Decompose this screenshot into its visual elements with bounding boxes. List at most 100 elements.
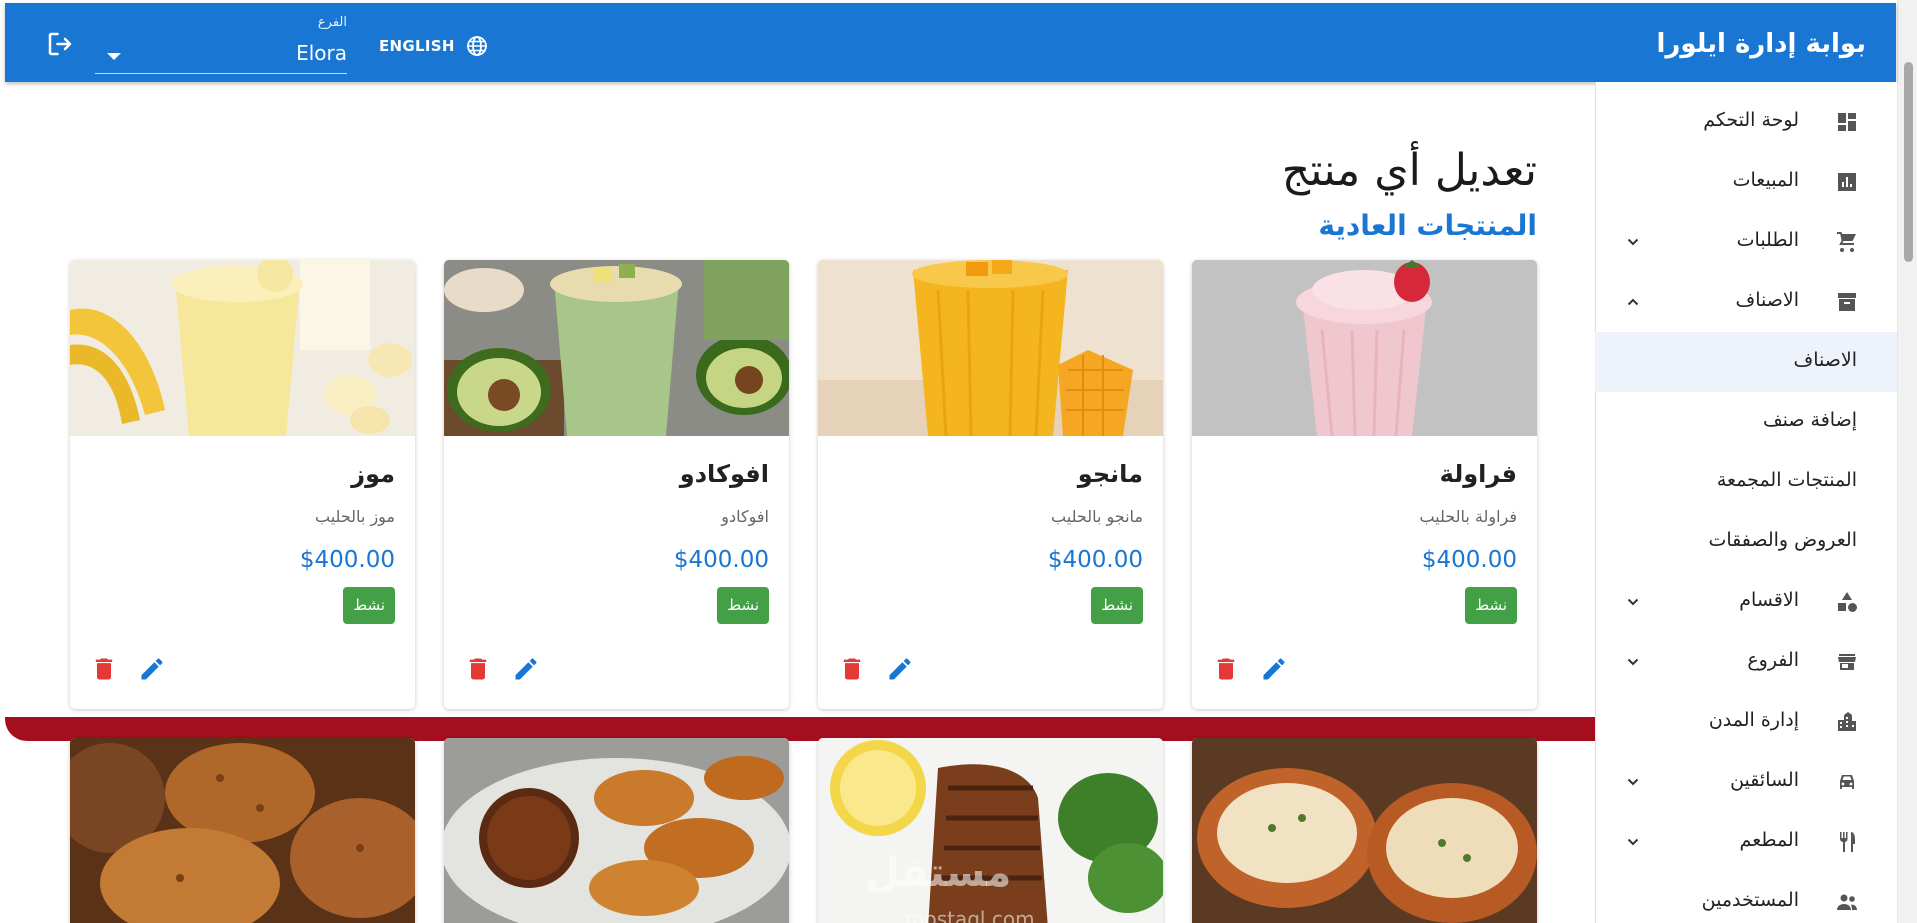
bar-chart-icon <box>1838 173 1856 191</box>
page-title: تعديل أي منتج <box>1281 145 1537 196</box>
branch-label: الفرع <box>317 15 347 30</box>
sidebar-item-sales[interactable]: المبيعات <box>1595 152 1897 212</box>
product-price: $400.00 <box>1421 547 1517 573</box>
sidebar-subitem-offers[interactable]: العروض والصفقات <box>1595 512 1897 572</box>
app-title: بوابة إدارة ايلورا <box>1656 29 1866 59</box>
product-price: $400.00 <box>673 547 769 573</box>
product-image-mango <box>818 260 1163 436</box>
sidebar-item-label: المستخدمين <box>1701 889 1799 911</box>
people-icon <box>1837 894 1857 910</box>
restaurant-icon <box>1840 832 1855 852</box>
scrollbar-thumb[interactable] <box>1904 62 1913 262</box>
product-card <box>70 738 415 923</box>
sidebar-subitem-bundles[interactable]: المنتجات المجمعة <box>1595 452 1897 512</box>
sidebar-item-orders[interactable]: الطلبات <box>1595 212 1897 272</box>
product-name: افوكادو <box>679 460 769 488</box>
chevron-down-icon <box>1627 658 1639 666</box>
city-icon <box>1838 712 1856 731</box>
product-name: فراولة <box>1439 460 1517 488</box>
product-image-shrimp <box>444 738 789 923</box>
sidebar-item-restaurant[interactable]: المطعم <box>1595 812 1897 872</box>
branch-value: Elora <box>296 41 347 65</box>
sidebar-item-label: الاقسام <box>1739 589 1799 611</box>
globe-icon <box>466 36 487 56</box>
edit-icon[interactable] <box>886 655 914 683</box>
sidebar-item-label: المطعم <box>1739 829 1799 851</box>
chevron-down-icon <box>107 53 121 60</box>
chevron-down-icon <box>1627 598 1639 606</box>
sidebar-item-items[interactable]: الاصناف <box>1595 272 1897 332</box>
product-image-banana <box>70 260 415 436</box>
archive-icon <box>1838 293 1856 311</box>
main-content: تعديل أي منتج المنتجات العادية فراولة فر… <box>5 82 1595 923</box>
product-card: موز موز بالحليب $400.00 نشط <box>70 260 415 709</box>
sidebar-item-cities[interactable]: إدارة المدن <box>1595 692 1897 752</box>
sidebar-item-label: الطلبات <box>1736 229 1799 251</box>
delete-icon[interactable] <box>1212 655 1240 683</box>
product-image-strawberry <box>1192 260 1537 436</box>
chevron-up-icon <box>1627 298 1639 306</box>
category-shapes-icon <box>1838 592 1857 612</box>
language-label: ENGLISH <box>379 37 455 55</box>
sidebar-item-branches[interactable]: الفروع <box>1595 632 1897 692</box>
sidebar-subitem-label: المنتجات المجمعة <box>1716 469 1857 491</box>
status-badge: نشط <box>343 587 395 624</box>
sidebar-subitem-items[interactable]: الاصناف <box>1595 332 1897 392</box>
delete-icon[interactable] <box>90 655 118 683</box>
sidebar-subitem-add-item[interactable]: إضافة صنف <box>1595 392 1897 452</box>
product-description: مانجو بالحليب <box>1051 507 1143 526</box>
logout-icon[interactable] <box>45 29 75 59</box>
edit-icon[interactable] <box>512 655 540 683</box>
sidebar-item-label: لوحة التحكم <box>1703 109 1799 131</box>
status-badge: نشط <box>717 587 769 624</box>
car-icon <box>1840 775 1854 789</box>
sidebar-subitem-label: إضافة صنف <box>1762 409 1857 431</box>
product-card: افوكادو افوكادو $400.00 نشط <box>444 260 789 709</box>
product-card: مانجو مانجو بالحليب $400.00 نشط <box>818 260 1163 709</box>
sidebar-subitem-label: الاصناف <box>1793 349 1857 371</box>
product-description: موز بالحليب <box>314 507 395 526</box>
sidebar-item-label: المبيعات <box>1732 169 1799 191</box>
product-image-fried-chicken <box>70 738 415 923</box>
product-description: افوكادو <box>721 507 769 526</box>
product-name: موز <box>351 460 395 488</box>
branch-select[interactable]: الفرع Elora <box>95 11 347 74</box>
product-price: $400.00 <box>1047 547 1143 573</box>
product-price: $400.00 <box>299 547 395 573</box>
sidebar-item-label: الاصناف <box>1735 289 1799 311</box>
cart-icon <box>1837 232 1856 252</box>
product-image-avocado <box>444 260 789 436</box>
sidebar-item-label: السائقين <box>1730 769 1799 791</box>
sidebar-item-drivers[interactable]: السائقين <box>1595 752 1897 812</box>
chevron-down-icon <box>1627 238 1639 246</box>
section-title: المنتجات العادية <box>1318 209 1537 242</box>
edit-icon[interactable] <box>138 655 166 683</box>
sidebar-item-label: إدارة المدن <box>1708 709 1799 731</box>
sidebar-item-label: الفروع <box>1747 649 1799 671</box>
edit-icon[interactable] <box>1260 655 1288 683</box>
page-scrollbar[interactable] <box>1897 0 1917 923</box>
status-badge: نشط <box>1091 587 1143 624</box>
sidebar-item-categories[interactable]: الاقسام <box>1595 572 1897 632</box>
chevron-down-icon <box>1627 778 1639 786</box>
product-image-lobster <box>1192 738 1537 923</box>
sidebar-item-users[interactable]: المستخدمين <box>1595 872 1897 923</box>
dashboard-icon <box>1838 113 1856 131</box>
sidebar: لوحة التحكم المبيعات الطلبات الاصناف الا… <box>1595 82 1897 923</box>
store-icon <box>1838 654 1856 670</box>
delete-icon[interactable] <box>838 655 866 683</box>
product-card <box>1192 738 1537 923</box>
sidebar-subitem-label: العروض والصفقات <box>1708 529 1857 551</box>
status-badge: نشط <box>1465 587 1517 624</box>
product-description: فراولة بالحليب <box>1419 507 1517 526</box>
product-card: فراولة فراولة بالحليب $400.00 نشط <box>1192 260 1537 709</box>
product-name: مانجو <box>1077 460 1143 488</box>
delete-icon[interactable] <box>464 655 492 683</box>
watermark-text: مستقل <box>865 850 1012 896</box>
watermark-subtext: mostaql.com <box>905 907 1035 923</box>
sidebar-item-dashboard[interactable]: لوحة التحكم <box>1595 92 1897 152</box>
chevron-down-icon <box>1627 838 1639 846</box>
app-bar: بوابة إدارة ايلورا الفرع Elora ENGLISH <box>5 3 1896 82</box>
language-toggle[interactable]: ENGLISH <box>379 33 489 59</box>
product-card <box>444 738 789 923</box>
